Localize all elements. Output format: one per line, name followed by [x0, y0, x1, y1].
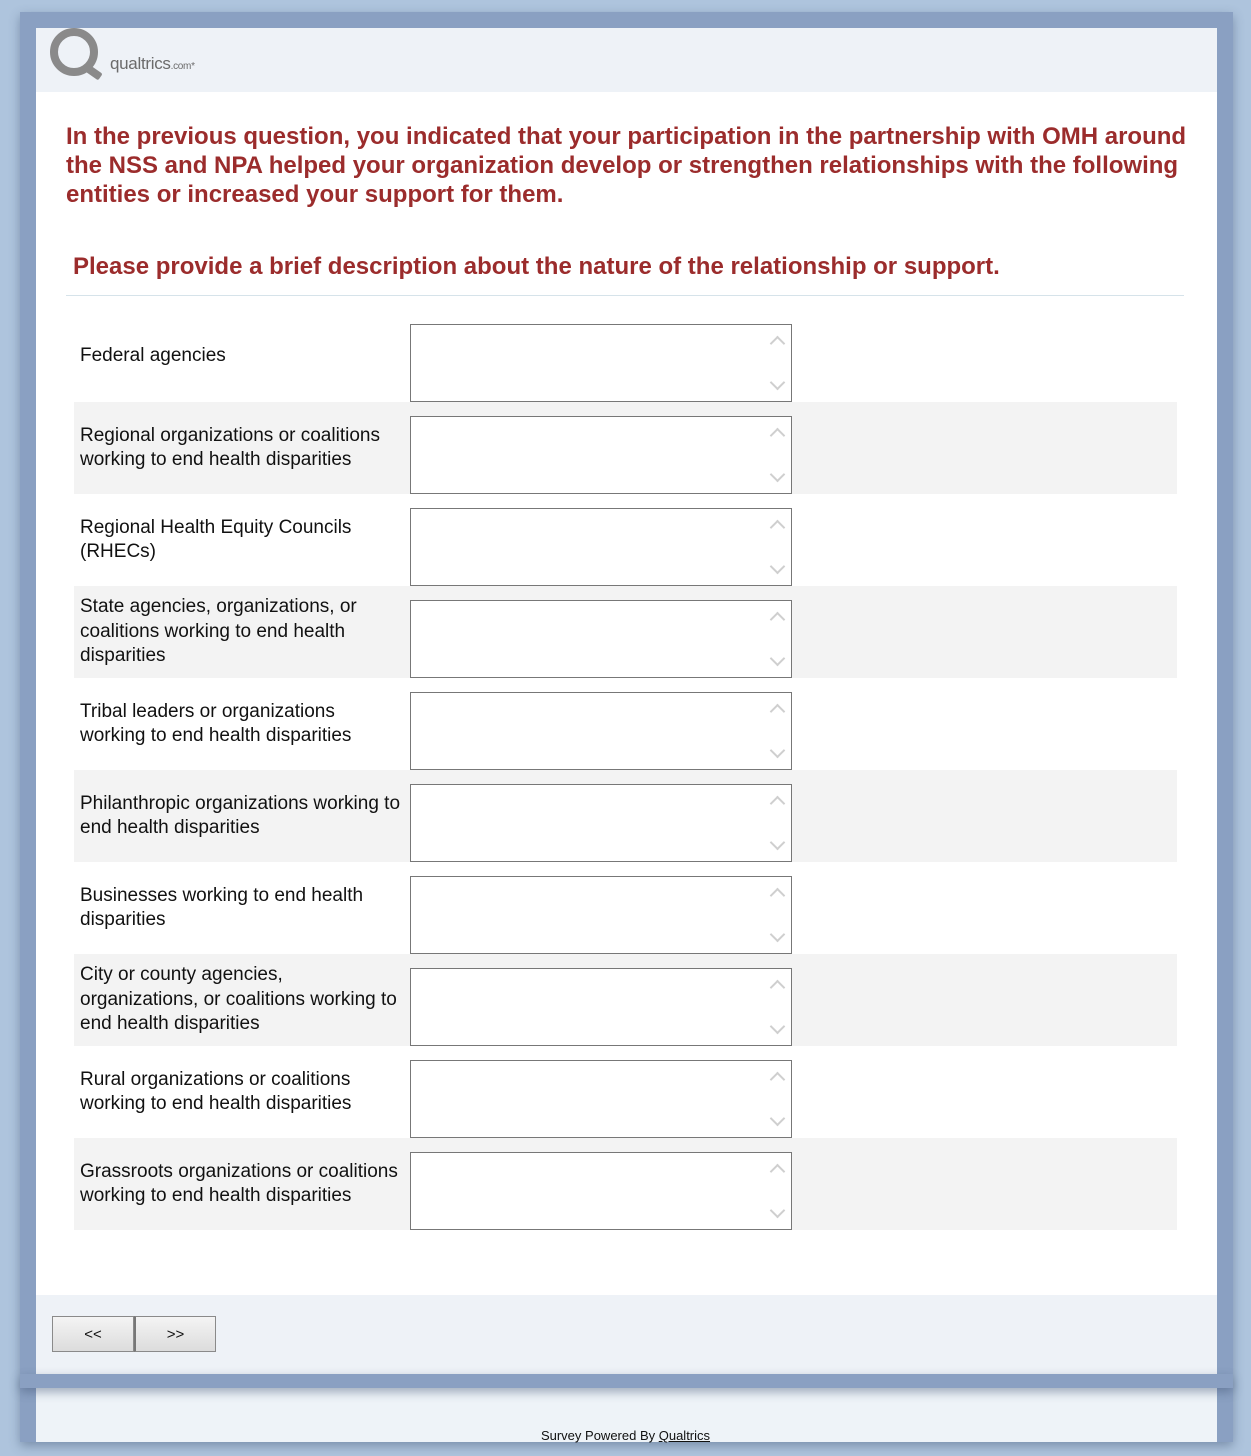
row-label: Rural organizations or coalitions workin… — [80, 1068, 352, 1115]
matrix-rows: Federal agencies Regional organizations … — [74, 310, 1177, 1230]
matrix-row: City or county agencies, organizations, … — [74, 954, 1177, 1046]
row-label: State agencies, organizations, or coalit… — [80, 596, 357, 667]
text-entry-input[interactable] — [411, 325, 763, 401]
matrix-row: Philanthropic organizations working to e… — [74, 770, 1177, 862]
scroll-up-icon[interactable] — [769, 977, 785, 996]
row-label: Federal agencies — [80, 344, 226, 366]
text-entry-input[interactable] — [411, 417, 763, 493]
text-entry-input[interactable] — [411, 785, 763, 861]
textarea-scrollbar[interactable] — [763, 601, 791, 677]
scroll-down-icon[interactable] — [769, 1202, 785, 1221]
back-button[interactable]: << — [52, 1316, 134, 1352]
text-entry-input[interactable] — [411, 693, 763, 769]
scroll-down-icon[interactable] — [769, 926, 785, 945]
scroll-up-icon[interactable] — [769, 793, 785, 812]
text-entry-box[interactable] — [410, 692, 792, 770]
scroll-down-icon[interactable] — [769, 1110, 785, 1129]
navigation-bar: << >> — [36, 1295, 1217, 1374]
matrix-row: Rural organizations or coalitions workin… — [74, 1046, 1177, 1138]
scroll-down-icon[interactable] — [769, 466, 785, 485]
text-entry-box[interactable] — [410, 784, 792, 862]
matrix-row: Federal agencies — [74, 310, 1177, 402]
row-label: Grassroots organizations or coalitions w… — [80, 1160, 398, 1207]
textarea-scrollbar[interactable] — [763, 1153, 791, 1229]
text-entry-box[interactable] — [410, 508, 792, 586]
survey-header: qualtrics.com* — [36, 28, 1217, 92]
textarea-scrollbar[interactable] — [763, 969, 791, 1045]
matrix-row: Regional Health Equity Councils (RHECs) — [74, 494, 1177, 586]
matrix-row: Grassroots organizations or coalitions w… — [74, 1138, 1177, 1230]
scroll-down-icon[interactable] — [769, 1018, 785, 1037]
separator — [66, 295, 1184, 296]
textarea-scrollbar[interactable] — [763, 877, 791, 953]
textarea-scrollbar[interactable] — [763, 417, 791, 493]
logo-text: qualtrics.com* — [110, 54, 195, 73]
scroll-up-icon[interactable] — [769, 1161, 785, 1180]
scroll-up-icon[interactable] — [769, 609, 785, 628]
powered-by: Survey Powered By Qualtrics — [0, 1428, 1251, 1443]
matrix-row: State agencies, organizations, or coalit… — [74, 586, 1177, 678]
text-entry-input[interactable] — [411, 1061, 763, 1137]
matrix-row: Businesses working to end health dispari… — [74, 862, 1177, 954]
row-label: Regional Health Equity Councils (RHECs) — [80, 516, 352, 563]
text-entry-box[interactable] — [410, 876, 792, 954]
matrix-row: Tribal leaders or organizations working … — [74, 678, 1177, 770]
row-label: Tribal leaders or organizations working … — [80, 700, 352, 747]
scroll-up-icon[interactable] — [769, 701, 785, 720]
frame-bottom-border — [20, 1374, 1233, 1388]
qualtrics-link[interactable]: Qualtrics — [659, 1428, 710, 1443]
powered-by-text: Survey Powered By — [540, 1428, 659, 1443]
next-button[interactable]: >> — [134, 1316, 216, 1352]
scroll-down-icon[interactable] — [769, 834, 785, 853]
scroll-down-icon[interactable] — [769, 558, 785, 577]
textarea-scrollbar[interactable] — [763, 509, 791, 585]
survey-body: In the previous question, you indicated … — [36, 92, 1217, 1295]
scroll-up-icon[interactable] — [769, 425, 785, 444]
text-entry-box[interactable] — [410, 416, 792, 494]
nav-button-group: << >> — [52, 1316, 216, 1352]
text-entry-input[interactable] — [411, 877, 763, 953]
textarea-scrollbar[interactable] — [763, 1061, 791, 1137]
qualtrics-logo: qualtrics.com* — [50, 28, 195, 78]
scroll-up-icon[interactable] — [769, 1069, 785, 1088]
scroll-up-icon[interactable] — [769, 333, 785, 352]
textarea-scrollbar[interactable] — [763, 325, 791, 401]
row-label: Businesses working to end health dispari… — [80, 884, 364, 931]
survey-frame: qualtrics.com* In the previous question,… — [20, 12, 1233, 1442]
scroll-down-icon[interactable] — [769, 374, 785, 393]
question-text: In the previous question, you indicated … — [66, 123, 1187, 208]
text-entry-input[interactable] — [411, 969, 763, 1045]
row-label: Regional organizations or coalitions wor… — [80, 424, 380, 471]
matrix-row: Regional organizations or coalitions wor… — [74, 402, 1177, 494]
text-entry-box[interactable] — [410, 600, 792, 678]
text-entry-input[interactable] — [411, 509, 763, 585]
text-entry-box[interactable] — [410, 968, 792, 1046]
text-entry-input[interactable] — [411, 1153, 763, 1229]
scroll-up-icon[interactable] — [769, 885, 785, 904]
text-entry-box[interactable] — [410, 1152, 792, 1230]
row-label: City or county agencies, organizations, … — [80, 964, 397, 1035]
question-subtext: Please provide a brief description about… — [73, 253, 1000, 280]
textarea-scrollbar[interactable] — [763, 785, 791, 861]
textarea-scrollbar[interactable] — [763, 693, 791, 769]
text-entry-box[interactable] — [410, 324, 792, 402]
scroll-down-icon[interactable] — [769, 742, 785, 761]
row-label: Philanthropic organizations working to e… — [80, 792, 401, 839]
scroll-up-icon[interactable] — [769, 517, 785, 536]
text-entry-box[interactable] — [410, 1060, 792, 1138]
qualtrics-q-icon — [50, 28, 98, 76]
scroll-down-icon[interactable] — [769, 650, 785, 669]
text-entry-input[interactable] — [411, 601, 763, 677]
